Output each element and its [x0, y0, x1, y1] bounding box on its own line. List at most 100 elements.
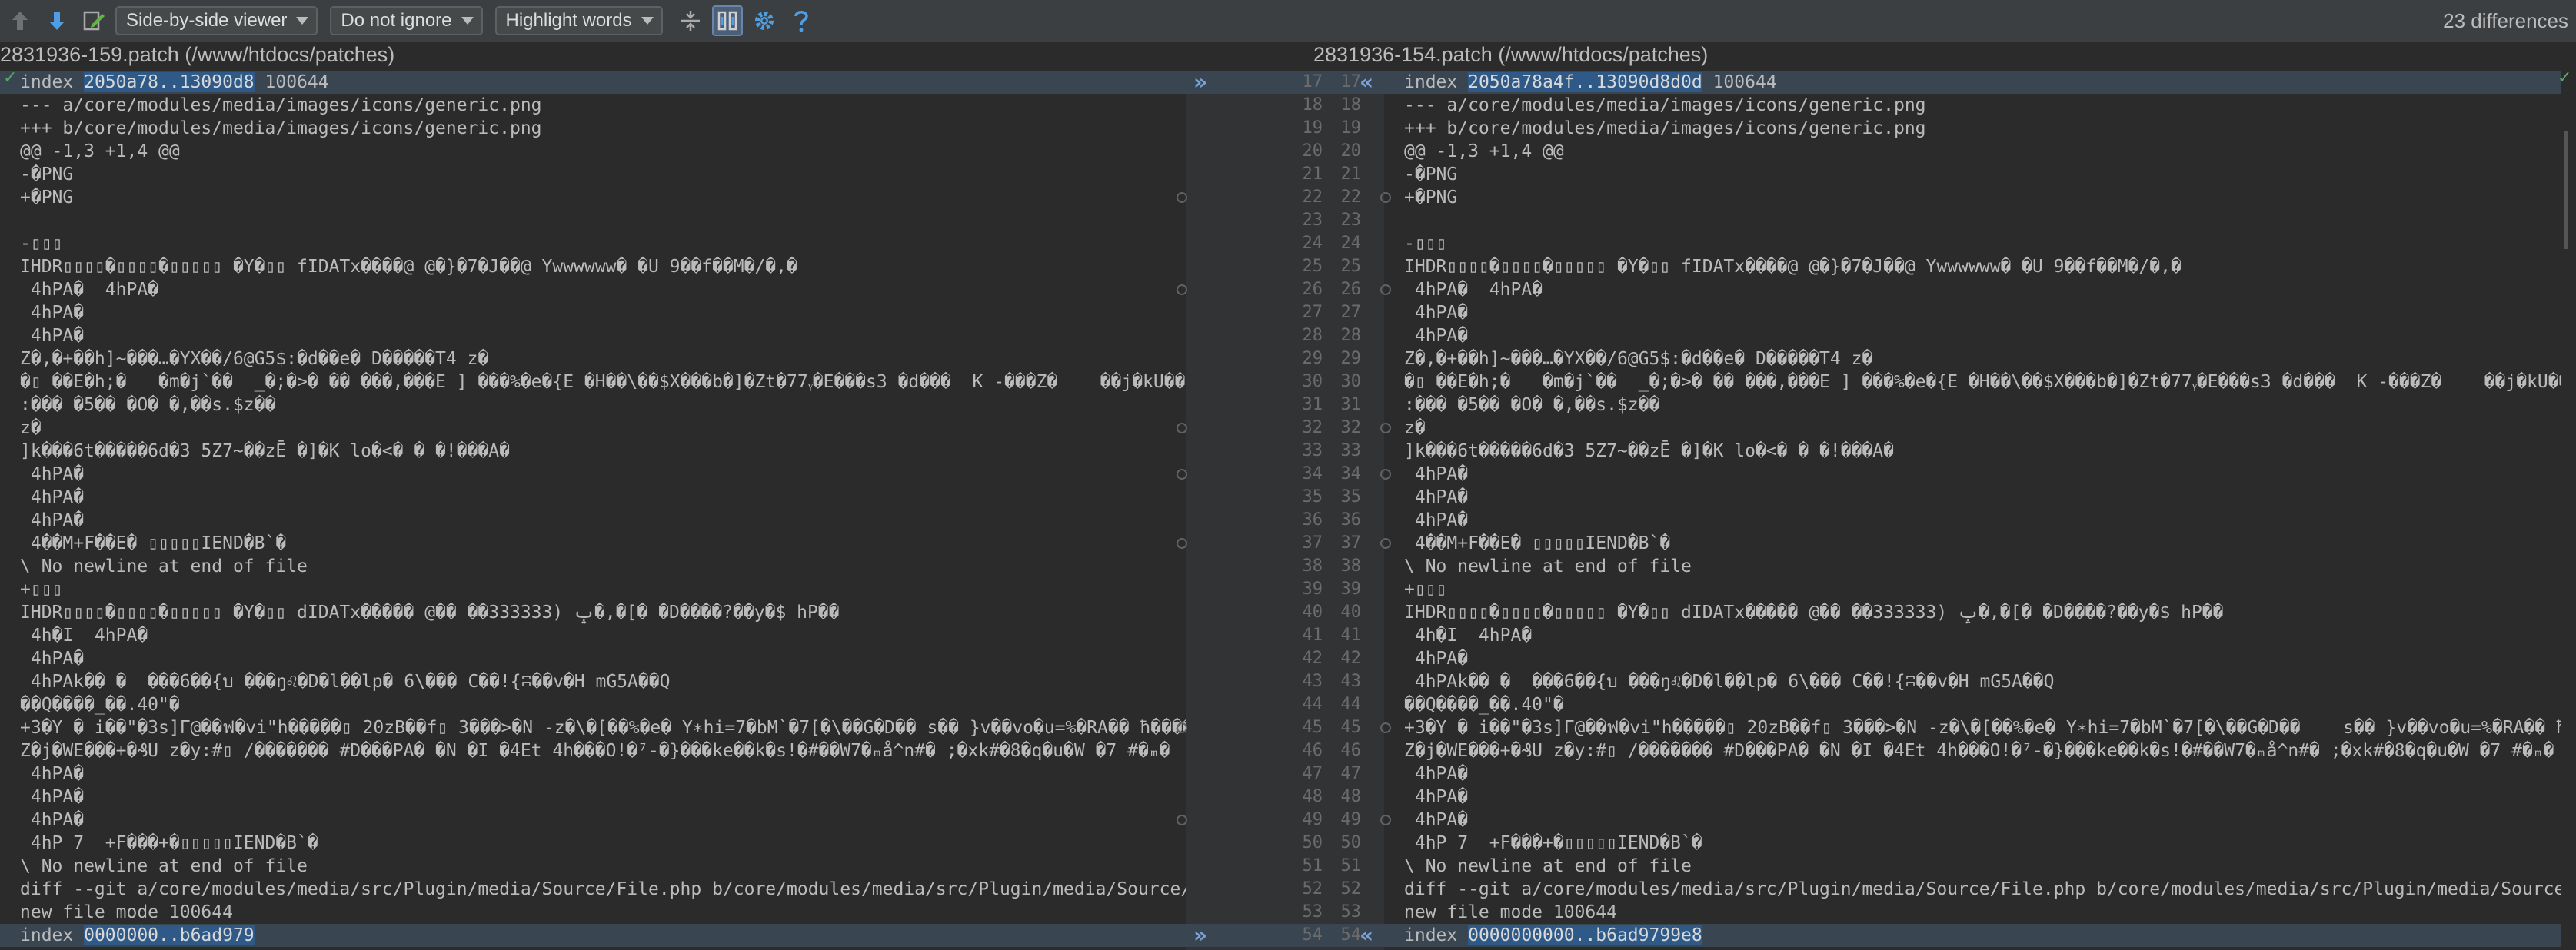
- code-line[interactable]: 4hPA�: [0, 809, 1186, 832]
- code-line[interactable]: 4hPA�: [1384, 647, 2561, 670]
- code-line[interactable]: :��� �5�� �O� �,��s.$z��: [0, 394, 1186, 417]
- code-line[interactable]: +3�Y � i��"�3s]Γ@��ฟ�vi"h�����▯ 20zB��f▯…: [0, 716, 1186, 739]
- code-line[interactable]: 4hPA�: [1384, 324, 2561, 347]
- code-line[interactable]: Z�j�WE���+�₰U z�y:#▯ /������� #D���PA� �…: [1384, 739, 2561, 762]
- code-line[interactable]: 4hPAk�� � ���6��{บ ���ŋ♌�D�l��lp� 6\��� …: [1384, 670, 2561, 693]
- code-line[interactable]: Z�,�+��h]~���…�YX��/6@G5$:�d��e� D�����T…: [1384, 347, 2561, 370]
- settings-gear-icon[interactable]: [749, 5, 780, 36]
- ignore-whitespace-dropdown[interactable]: Do not ignore: [330, 6, 483, 35]
- code-line[interactable]: z�: [1384, 417, 2561, 440]
- code-line[interactable]: 4��M+F��E� ▯▯▯▯▯IEND�B`�: [1384, 532, 2561, 555]
- code-line[interactable]: IHDR▯▯▯▯�▯▯▯▯�▯▯▯▯▯ �Y�▯▯ fIDATx����@ @�…: [1384, 255, 2561, 278]
- code-line[interactable]: ��Q����_��.40"�: [1384, 693, 2561, 716]
- code-line[interactable]: IHDR▯▯▯▯�▯▯▯▯�▯▯▯▯▯ �Y�▯▯ dIDATx����� @�…: [0, 601, 1186, 624]
- code-line[interactable]: -▯▯▯: [0, 232, 1186, 255]
- fold-marker-icon[interactable]: [1177, 469, 1187, 480]
- code-line[interactable]: 4hPA� 4hPA�: [1384, 278, 2561, 301]
- code-line[interactable]: z�: [0, 417, 1186, 440]
- collapse-unchanged-icon[interactable]: [675, 5, 706, 36]
- code-line[interactable]: index 2050a78..13090d8 100644: [0, 71, 1186, 94]
- code-line[interactable]: diff --git a/core/modules/media/src/Plug…: [0, 878, 1186, 901]
- code-line[interactable]: ]k���6t�����6d�3 5Z7~��zĒ �]�K lo�<� � �…: [1384, 440, 2561, 463]
- code-line[interactable]: 4h�I 4hPA�: [0, 624, 1186, 647]
- code-line[interactable]: diff --git a/core/modules/media/src/Plug…: [1384, 878, 2561, 901]
- apply-change-right-arrow-icon[interactable]: »: [1193, 71, 1207, 94]
- code-line[interactable]: new file mode 100644: [0, 901, 1186, 924]
- right-editor[interactable]: index 2050a78a4f..13090d8d0d 100644 --- a…: [1384, 71, 2561, 950]
- code-line[interactable]: 4hPA�: [1384, 809, 2561, 832]
- fold-marker-icon[interactable]: [1177, 538, 1187, 549]
- code-line[interactable]: Z�,�+��h]~���…�YX��/6@G5$:�d��e� D�����T…: [0, 347, 1186, 370]
- fold-marker-icon[interactable]: [1177, 192, 1187, 203]
- code-line[interactable]: -�PNG: [1384, 163, 2561, 186]
- code-line[interactable]: IHDR▯▯▯▯�▯▯▯▯�▯▯▯▯▯ �Y�▯▯ fIDATx����@ @�…: [0, 255, 1186, 278]
- code-line[interactable]: 4hPA�: [0, 786, 1186, 809]
- code-line[interactable]: [0, 209, 1186, 232]
- code-line[interactable]: �▯ ��E�h;� �m�j`�� _�;�>� �� ���,���E ] …: [1384, 370, 2561, 394]
- code-line[interactable]: :��� �5�� �O� �,��s.$z��: [1384, 394, 2561, 417]
- code-line[interactable]: 4hPA�: [1384, 509, 2561, 532]
- code-line[interactable]: +++ b/core/modules/media/images/icons/ge…: [0, 117, 1186, 140]
- fold-marker-icon[interactable]: [1177, 815, 1187, 825]
- code-line[interactable]: 4hPA� 4hPA�: [0, 278, 1186, 301]
- fold-marker-icon[interactable]: [1380, 469, 1391, 480]
- code-line[interactable]: Z�j�WE���+�₰U z�y:#▯ /������� #D���PA� �…: [0, 739, 1186, 762]
- code-line[interactable]: index 2050a78a4f..13090d8d0d 100644: [1384, 71, 2561, 94]
- code-line[interactable]: 4hPA�: [0, 509, 1186, 532]
- fold-marker-icon[interactable]: [1177, 423, 1187, 433]
- fold-marker-icon[interactable]: [1177, 284, 1187, 295]
- fold-marker-icon[interactable]: [1177, 722, 1187, 733]
- code-line[interactable]: 4hPA�: [1384, 786, 2561, 809]
- code-line[interactable]: index 0000000..b6ad979: [0, 924, 1186, 947]
- left-editor[interactable]: index 2050a78..13090d8 100644 --- a/core/…: [0, 71, 1186, 950]
- fold-marker-icon[interactable]: [1380, 722, 1391, 733]
- code-line[interactable]: IHDR▯▯▯▯�▯▯▯▯�▯▯▯▯▯ �Y�▯▯ dIDATx����� @�…: [1384, 601, 2561, 624]
- apply-change-right-arrow-icon[interactable]: »: [1193, 924, 1207, 947]
- code-line[interactable]: 4hPA�: [1384, 486, 2561, 509]
- highlight-mode-dropdown[interactable]: Highlight words: [494, 6, 663, 35]
- code-line[interactable]: \ No newline at end of file: [1384, 855, 2561, 878]
- fold-marker-icon[interactable]: [1380, 192, 1391, 203]
- viewer-mode-dropdown[interactable]: Side-by-side viewer: [115, 6, 318, 35]
- code-line[interactable]: 4hP 7 +F���+�▯▯▯▯▯IEND�B`�: [1384, 832, 2561, 855]
- code-line[interactable]: 4hPA�: [0, 324, 1186, 347]
- code-line[interactable]: +++ b/core/modules/media/images/icons/ge…: [1384, 117, 2561, 140]
- code-line[interactable]: 4hPA�: [0, 486, 1186, 509]
- edit-source-icon[interactable]: [78, 5, 109, 36]
- code-line[interactable]: new file mode 100644: [1384, 901, 2561, 924]
- next-difference-icon[interactable]: [42, 5, 72, 36]
- help-icon[interactable]: [786, 5, 817, 36]
- fold-marker-icon[interactable]: [1380, 815, 1391, 825]
- scrollbar-thumb[interactable]: [2564, 131, 2568, 208]
- code-line[interactable]: --- a/core/modules/media/images/icons/ge…: [0, 94, 1186, 117]
- fold-marker-icon[interactable]: [1380, 538, 1391, 549]
- fold-marker-icon[interactable]: [1380, 284, 1391, 295]
- apply-change-left-arrow-icon[interactable]: «: [1360, 924, 1373, 947]
- code-line[interactable]: +▯▯▯: [1384, 578, 2561, 601]
- code-line[interactable]: ��Q����_��.40"�: [0, 693, 1186, 716]
- code-line[interactable]: [1384, 209, 2561, 232]
- code-line[interactable]: �▯ ��E�h;� �m�j`�� _�;�>� �� ���,���E ] …: [0, 370, 1186, 394]
- code-line[interactable]: --- a/core/modules/media/images/icons/ge…: [1384, 94, 2561, 117]
- code-line[interactable]: \ No newline at end of file: [0, 555, 1186, 578]
- apply-change-left-arrow-icon[interactable]: «: [1360, 71, 1373, 94]
- code-line[interactable]: index 0000000000..b6ad9799e8: [1384, 924, 2561, 947]
- code-line[interactable]: @@ -1,3 +1,4 @@: [1384, 140, 2561, 163]
- code-line[interactable]: +�PNG: [1384, 186, 2561, 209]
- code-line[interactable]: 4hPA�: [0, 647, 1186, 670]
- code-line[interactable]: ]k���6t�����6d�3 5Z7~��zĒ �]�K lo�<� � �…: [0, 440, 1186, 463]
- code-line[interactable]: 4h�I 4hPA�: [1384, 624, 2561, 647]
- code-line[interactable]: 4hPA�: [1384, 463, 2561, 486]
- code-line[interactable]: 4hPA�: [0, 301, 1186, 324]
- code-line[interactable]: \ No newline at end of file: [1384, 555, 2561, 578]
- code-line[interactable]: 4hP 7 +F���+�▯▯▯▯▯IEND�B`�: [0, 832, 1186, 855]
- code-line[interactable]: +3�Y � i��"�3s]Γ@��ฟ�vi"h�����▯ 20zB��f▯…: [1384, 716, 2561, 739]
- code-line[interactable]: \ No newline at end of file: [0, 855, 1186, 878]
- code-line[interactable]: 4hPAk�� � ���6��{บ ���ŋ♌�D�l��lp� 6\��� …: [0, 670, 1186, 693]
- code-line[interactable]: @@ -1,3 +1,4 @@: [0, 140, 1186, 163]
- code-line[interactable]: +▯▯▯: [0, 578, 1186, 601]
- code-line[interactable]: 4hPA�: [0, 463, 1186, 486]
- code-line[interactable]: 4hPA�: [0, 762, 1186, 786]
- fold-marker-icon[interactable]: [1380, 423, 1391, 433]
- code-line[interactable]: -▯▯▯: [1384, 232, 2561, 255]
